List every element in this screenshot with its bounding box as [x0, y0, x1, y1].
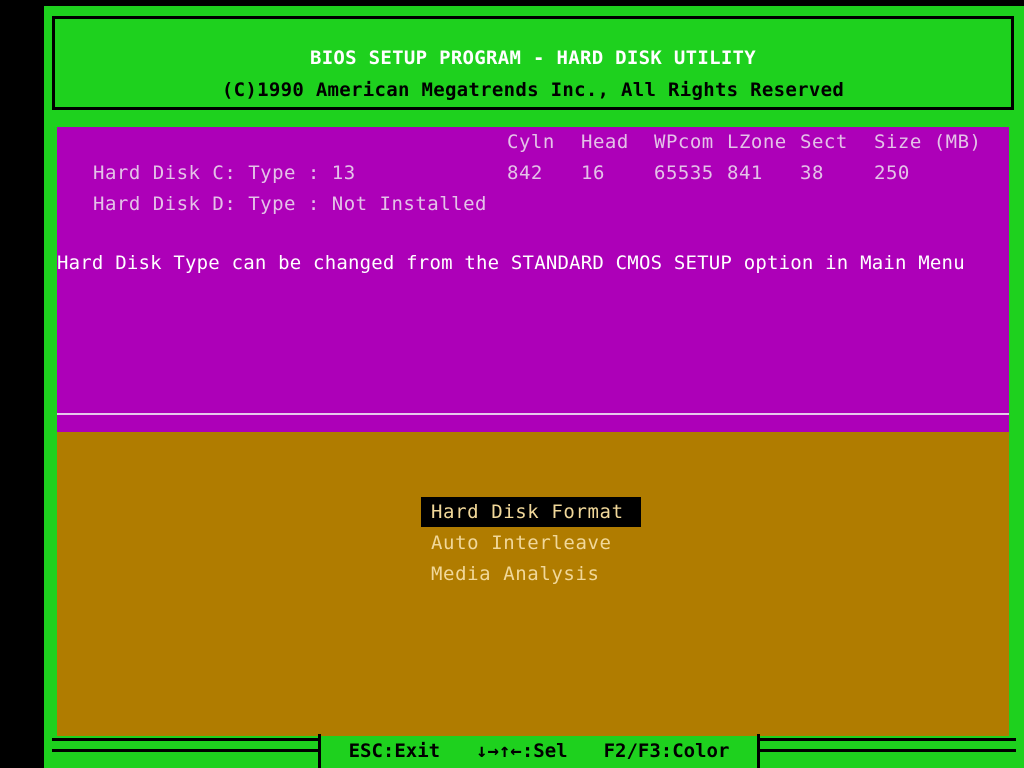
- disk-c-label: Hard Disk C: Type : 13: [93, 162, 356, 184]
- menu-item-hard-disk-format[interactable]: Hard Disk Format: [421, 497, 641, 527]
- menu-item-media-analysis[interactable]: Media Analysis: [421, 559, 641, 589]
- disk-c-cyln: 842: [507, 162, 543, 184]
- disk-d-label: Hard Disk D: Type : Not Installed: [93, 193, 487, 215]
- copyright-notice: (C)1990 American Megatrends Inc., All Ri…: [221, 79, 845, 101]
- disk-c-lzone: 841: [727, 162, 763, 184]
- key-help-bar: ESC:Exit ↓→↑←:Sel F2/F3:Color: [318, 734, 760, 768]
- header-panel: BIOS SETUP PROGRAM - HARD DISK UTILITY (…: [52, 16, 1014, 110]
- select-key-hint: ↓→↑←:Sel: [476, 740, 568, 762]
- exit-key-hint: ESC:Exit: [348, 740, 441, 762]
- column-header-lzone: LZone: [727, 131, 787, 153]
- disk-c-size: 250: [874, 162, 910, 184]
- footer-border-right: [760, 738, 1016, 752]
- bios-screen: BIOS SETUP PROGRAM - HARD DISK UTILITY (…: [44, 6, 1024, 768]
- column-header-head: Head: [581, 131, 629, 153]
- menu-item-auto-interleave[interactable]: Auto Interleave: [421, 528, 641, 558]
- color-key-hint: F2/F3:Color: [603, 740, 730, 762]
- disk-c-head: 16: [581, 162, 605, 184]
- page-title: BIOS SETUP PROGRAM - HARD DISK UTILITY: [309, 47, 757, 69]
- column-header-cyln: Cyln: [507, 131, 555, 153]
- column-header-wpcom: WPcom: [654, 131, 714, 153]
- column-header-sect: Sect: [800, 131, 848, 153]
- utility-menu-panel: Hard Disk Format Auto Interleave Media A…: [57, 432, 1009, 736]
- footer-border-left: [52, 738, 320, 752]
- type-change-note: Hard Disk Type can be changed from the S…: [57, 252, 965, 274]
- column-header-size: Size (MB): [874, 131, 982, 153]
- disk-c-wpcom: 65535: [654, 162, 714, 184]
- disk-c-sect: 38: [800, 162, 824, 184]
- panel-divider: [57, 413, 1009, 415]
- disk-info-panel: Cyln Head WPcom LZone Sect Size (MB) Har…: [57, 127, 1009, 432]
